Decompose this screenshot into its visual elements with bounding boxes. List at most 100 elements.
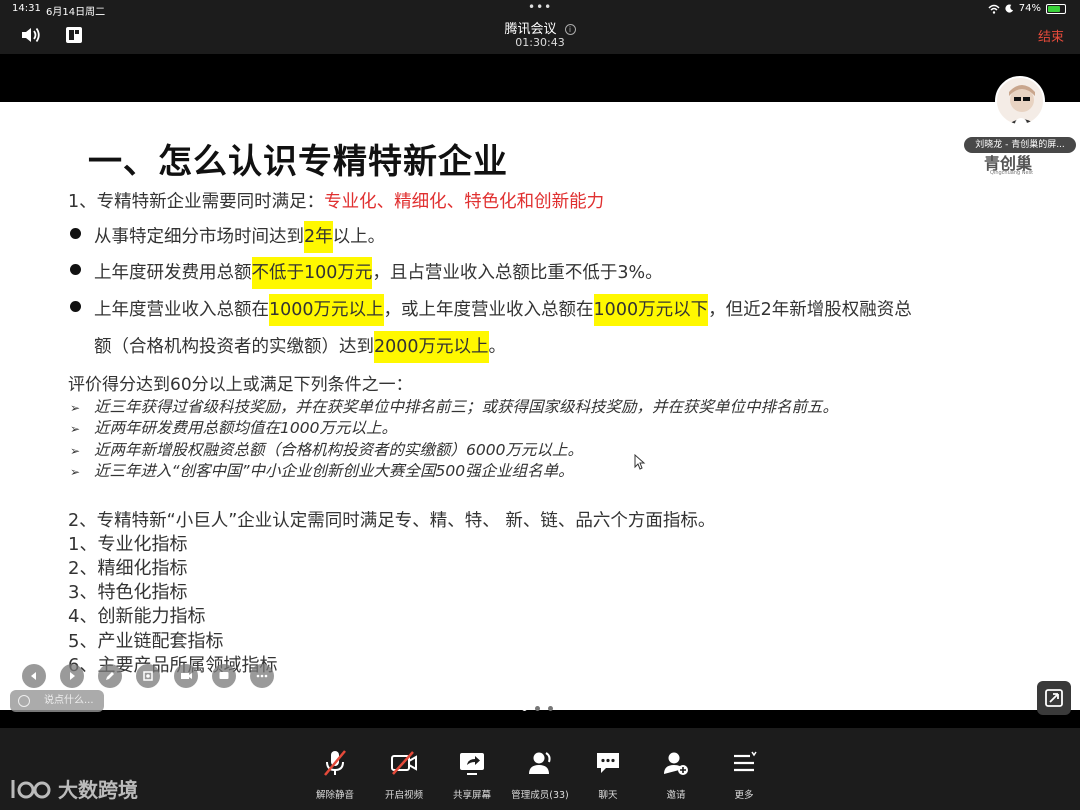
battery-icon <box>1046 3 1066 14</box>
unmute-button[interactable]: 解除静音 <box>300 748 370 801</box>
invite-icon <box>664 752 688 775</box>
next-page-icon[interactable] <box>60 664 84 688</box>
arrow-bullet-icon: ➢ <box>70 422 81 436</box>
metric-item: 2、精细化指标 <box>68 558 188 579</box>
screenshot-icon[interactable] <box>136 664 160 688</box>
line1-red: 专业化、精细化、特色化和创新能力 <box>324 192 605 212</box>
condition-text: 近两年研发费用总额均值在1000万元以上。 <box>94 419 397 437</box>
page-indicator <box>522 706 553 711</box>
toolbar-label: 更多 <box>734 790 754 801</box>
video-off-icon <box>391 751 417 775</box>
bullet-3-continued: 额（合格机构投资者的实缴额）达到2000万元以上。 <box>94 331 507 363</box>
pen-icon[interactable] <box>98 664 122 688</box>
highlight: 2000万元以上 <box>374 331 489 363</box>
toolbar-label: 解除静音 <box>315 790 354 801</box>
share-screen-icon <box>460 753 484 775</box>
bullet-icon <box>70 301 81 312</box>
bullet-icon <box>70 228 81 239</box>
condition-item: ➢ 近两年研发费用总额均值在1000万元以上。 <box>70 416 397 438</box>
mic-muted-icon <box>324 750 346 776</box>
arrow-bullet-icon: ➢ <box>70 444 81 458</box>
bullet-3-text: 额（合格机构投资者的实缴额）达到 <box>94 337 374 357</box>
slide-tools <box>22 664 274 688</box>
highlight: 1000万元以下 <box>593 294 709 326</box>
toolbar-label: 管理成员(33) <box>511 790 569 801</box>
bullet-icon <box>70 264 81 275</box>
emoji-icon[interactable] <box>18 695 30 707</box>
status-bar: 14:31 6月14日周二 ••• 74% <box>0 0 1080 18</box>
toolbar-label: 开启视频 <box>384 790 423 801</box>
highlight: 1000万元以上 <box>269 294 384 326</box>
invite-button[interactable]: 邀请 <box>641 748 711 801</box>
camera-icon[interactable] <box>174 664 198 688</box>
bullet-1-text: 从事特定细分市场时间达到 <box>94 227 304 247</box>
condition-item: ➢ 近两年新增股权融资总额（合格机构投资者的实缴额）6000万元以上。 <box>70 438 583 460</box>
mouse-cursor-icon <box>634 454 646 470</box>
slide-heading: 一、怎么认识专精特新企业 <box>88 142 508 182</box>
meeting-timer: 01:30:43 <box>515 36 565 49</box>
multitask-dots-icon[interactable]: ••• <box>528 0 552 14</box>
bullet-2: 上年度研发费用总额不低于100万元，且占营业收入总额比重不低于3%。 <box>94 257 663 289</box>
qingchuang-logo-subtitle: Qingchuang Nest <box>990 170 1034 176</box>
bullet-3-text: ，但近2年新增股权融资总 <box>708 300 912 320</box>
share-screen-button[interactable]: 共享屏幕 <box>437 748 507 801</box>
bullet-2-text: ，且占营业收入总额比重不低于3%。 <box>372 263 663 283</box>
members-icon <box>529 752 551 774</box>
condition-text: 近三年获得过省级科技奖励，并在获奖单位中排名前三；或获得国家级科技奖励，并在获奖… <box>94 398 839 416</box>
fullscreen-button[interactable] <box>1037 681 1071 715</box>
toolbar-label: 聊天 <box>598 790 618 801</box>
shared-screen-border <box>0 54 1080 102</box>
more-tools-icon[interactable] <box>250 664 274 688</box>
previous-page-icon[interactable] <box>22 664 46 688</box>
slide-line-2: 2、专精特新“小巨人”企业认定需同时满足专、精、特、 新、链、品六个方面指标。 <box>68 511 716 531</box>
status-date: 6月14日周二 <box>46 7 106 18</box>
slide-line-1: 1、专精特新企业需要同时满足：专业化、精细化、特色化和创新能力 <box>68 188 604 213</box>
start-video-button[interactable]: 开启视频 <box>369 748 439 801</box>
bullet-3-text: ，或上年度营业收入总额在 <box>383 300 594 320</box>
toolbar-label: 邀请 <box>666 790 686 801</box>
watermark-logo-icon <box>11 779 51 798</box>
status-indicators: 74% <box>988 3 1066 14</box>
chat-icon <box>597 753 619 773</box>
condition-text: 近两年新增股权融资总额（合格机构投资者的实缴额）6000万元以上。 <box>94 441 583 459</box>
arrow-bullet-icon: ➢ <box>70 401 81 415</box>
meeting-top-bar: 腾讯会议 i 01:30:43 结束 <box>0 18 1080 54</box>
metric-item: 5、产业链配套指标 <box>68 631 224 652</box>
bullet-2-text: 上年度研发费用总额 <box>94 263 252 283</box>
toolbar-label: 共享屏幕 <box>452 790 491 801</box>
meeting-title: 腾讯会议 <box>504 22 557 37</box>
condition-item: ➢ 近三年获得过省级科技奖励，并在获奖单位中排名前三；或获得国家级科技奖励，并在获… <box>70 395 838 417</box>
shared-slide: 一、怎么认识专精特新企业 1、专精特新企业需要同时满足：专业化、精细化、特色化和… <box>0 102 1080 710</box>
battery-percent: 74% <box>1018 3 1041 14</box>
meeting-toolbar: 解除静音 开启视频 共享屏幕 管理成员(33) 聊天 邀请 更多 <box>0 728 1080 810</box>
more-icon <box>734 751 757 772</box>
condition-item: ➢ 近三年进入“创客中国”中小企业创新创业大赛全国500强企业组名单。 <box>70 459 574 481</box>
highlight: 不低于100万元 <box>251 257 373 289</box>
bullet-3-text: 上年度营业收入总额在 <box>94 300 269 320</box>
fullscreen-icon <box>1045 689 1063 707</box>
comment-icon[interactable] <box>212 664 236 688</box>
conditions-heading: 评价得分达到60分以上或满足下列条件之一： <box>68 375 413 395</box>
metric-item: 4、创新能力指标 <box>68 606 206 627</box>
participant-mic-icon <box>1015 118 1027 130</box>
bullet-3-text: 。 <box>488 337 507 357</box>
watermark: 大数跨境 <box>10 774 138 803</box>
moon-icon <box>1005 4 1013 13</box>
meeting-title-row: 腾讯会议 i <box>0 18 1080 37</box>
info-icon[interactable]: i <box>564 24 576 35</box>
end-meeting-button[interactable]: 结束 <box>1038 26 1064 45</box>
metric-item: 3、特色化指标 <box>68 582 188 603</box>
chat-button[interactable]: 聊天 <box>573 748 643 801</box>
line1-prefix: 1、专精特新企业需要同时满足： <box>68 192 325 212</box>
status-time: 14:31 <box>12 3 41 14</box>
highlight: 2年 <box>304 221 333 253</box>
bullet-1: 从事特定细分市场时间达到2年以上。 <box>94 221 386 253</box>
watermark-text: 大数跨境 <box>58 778 138 802</box>
more-button[interactable]: 更多 <box>709 748 779 801</box>
bullet-3: 上年度营业收入总额在1000万元以上，或上年度营业收入总额在1000万元以下，但… <box>94 294 912 326</box>
arrow-bullet-icon: ➢ <box>70 465 81 479</box>
bullet-1-text: 以上。 <box>332 227 386 247</box>
metric-item: 1、专业化指标 <box>68 534 188 555</box>
wifi-icon <box>988 4 1000 14</box>
manage-members-button[interactable]: 管理成员(33) <box>505 748 575 801</box>
